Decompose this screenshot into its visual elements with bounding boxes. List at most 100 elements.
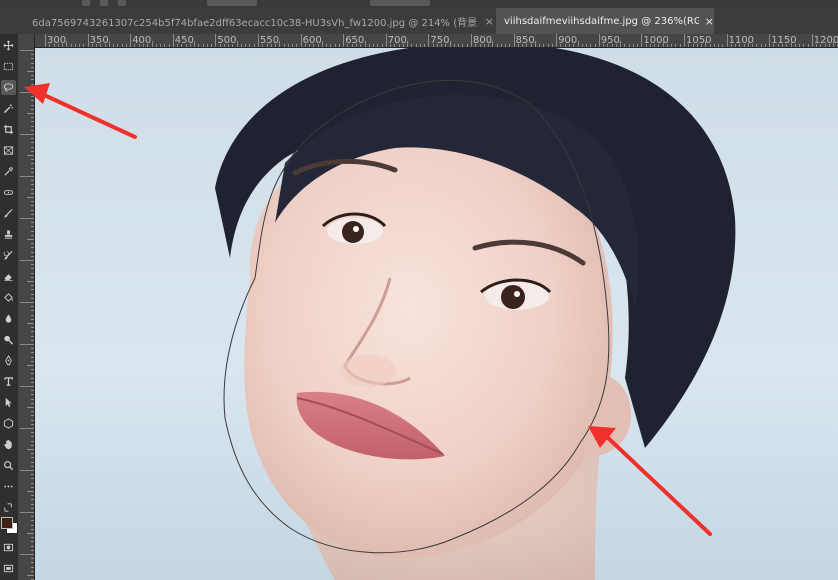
ruler-tick <box>236 41 238 47</box>
ruler-tick <box>31 402 34 404</box>
path-selection-icon[interactable] <box>1 395 16 410</box>
blur-icon[interactable] <box>1 311 16 326</box>
ruler-tick <box>424 44 426 47</box>
ruler-tick <box>31 411 34 413</box>
hand-icon[interactable] <box>1 437 16 452</box>
frame-icon[interactable] <box>1 143 16 158</box>
ruler-tick <box>138 44 140 47</box>
tab-document-2[interactable]: viihsdaifmeviihsdaifme.jpg @ 236%(RGB/8#… <box>496 8 714 34</box>
ruler-tick <box>31 314 34 316</box>
ruler-tick <box>31 373 34 375</box>
ruler-tick <box>547 44 549 47</box>
brush-icon[interactable] <box>1 206 16 221</box>
ruler-tick <box>31 436 34 438</box>
type-icon[interactable] <box>1 374 16 389</box>
ruler-tick <box>31 398 34 400</box>
ruler-tick <box>368 44 370 47</box>
ruler-tick <box>31 159 34 161</box>
eyedropper-icon[interactable] <box>1 164 16 179</box>
document-tab-bar: 6da7569743261307c254b5f74bfae2dff63ecacc… <box>0 8 838 35</box>
ruler-tick <box>27 197 34 198</box>
photo-image <box>35 48 838 580</box>
ruler-tick <box>334 44 336 47</box>
ruler-tick <box>31 390 34 392</box>
options-button[interactable] <box>118 0 126 6</box>
ruler-label: 1000 <box>643 35 669 46</box>
history-brush-icon[interactable] <box>1 248 16 263</box>
close-icon[interactable]: × <box>485 15 494 28</box>
ruler-tick <box>483 44 485 47</box>
dodge-icon[interactable] <box>1 332 16 347</box>
ruler-tick <box>31 524 34 526</box>
healing-brush-icon[interactable] <box>1 185 16 200</box>
ruler-tick <box>726 34 728 47</box>
ruler-tick <box>181 44 183 47</box>
ruler-tick <box>45 34 46 47</box>
ruler-tick <box>31 474 34 476</box>
ruler-tick <box>91 44 93 47</box>
paint-bucket-icon[interactable] <box>1 290 16 305</box>
tab-document-1[interactable]: 6da7569743261307c254b5f74bfae2dff63ecacc… <box>24 8 494 34</box>
ruler-tick <box>20 176 34 177</box>
ruler-tick <box>649 44 651 47</box>
ruler-tick <box>31 83 34 85</box>
ruler-tick <box>31 268 34 270</box>
ruler-tick <box>100 44 102 47</box>
options-field[interactable] <box>370 0 430 6</box>
ruler-tick <box>31 180 34 182</box>
ruler-tick <box>31 558 34 560</box>
ruler-tick <box>709 44 711 47</box>
foreground-color-swatch[interactable] <box>1 517 13 529</box>
pen-icon[interactable] <box>1 353 16 368</box>
crop-icon[interactable] <box>1 122 16 137</box>
ruler-tick <box>419 44 421 47</box>
vertical-ruler[interactable] <box>18 34 35 580</box>
ruler-tick <box>31 377 34 379</box>
eraser-icon[interactable] <box>1 269 16 284</box>
swap-colors-icon[interactable] <box>1 500 16 515</box>
ruler-tick <box>556 34 558 47</box>
magic-wand-icon[interactable] <box>1 101 16 116</box>
ruler-tick <box>31 360 34 362</box>
lasso-icon[interactable] <box>1 80 16 95</box>
options-button[interactable] <box>100 0 108 6</box>
ruler-tick <box>304 44 306 47</box>
screen-mode-icon[interactable] <box>1 561 16 576</box>
move-icon[interactable] <box>1 38 16 53</box>
ruler-tick <box>526 44 528 47</box>
ruler-tick <box>198 44 200 47</box>
ruler-tick <box>168 44 170 47</box>
ruler-tick <box>458 44 460 47</box>
ruler-tick <box>66 41 68 47</box>
horizontal-ruler[interactable]: 300 350 400 450 500 550 600 650 700 750 800 850 900 9… <box>35 34 838 48</box>
close-icon[interactable]: × <box>705 15 714 28</box>
ruler-tick <box>385 34 387 47</box>
more-tools-icon[interactable] <box>1 479 16 494</box>
marquee-icon[interactable] <box>1 59 16 74</box>
foreground-color-icon[interactable] <box>0 516 18 534</box>
ruler-tick <box>147 44 149 47</box>
ruler-tick <box>125 44 127 47</box>
ruler-tick <box>31 129 34 131</box>
ruler-tick <box>31 482 34 484</box>
ruler-tick <box>31 457 34 459</box>
ruler-tick <box>760 44 762 47</box>
shape-icon[interactable] <box>1 416 16 431</box>
options-field[interactable] <box>207 0 257 6</box>
zoom-icon[interactable] <box>1 458 16 473</box>
ruler-tick <box>20 428 34 429</box>
ruler-tick <box>20 386 34 387</box>
ruler-tick <box>31 369 34 371</box>
document-canvas[interactable] <box>35 48 838 580</box>
ruler-tick <box>27 533 34 534</box>
options-button[interactable] <box>82 0 90 6</box>
ruler-tick <box>31 54 34 56</box>
ruler-tick <box>31 289 34 291</box>
ruler-tick <box>31 339 34 341</box>
clone-stamp-icon[interactable] <box>1 227 16 242</box>
quick-mask-icon[interactable] <box>1 540 16 555</box>
ruler-tick <box>155 44 157 47</box>
ruler-tick <box>31 213 34 215</box>
ruler-tick <box>31 415 34 417</box>
ruler-tick <box>31 243 34 245</box>
